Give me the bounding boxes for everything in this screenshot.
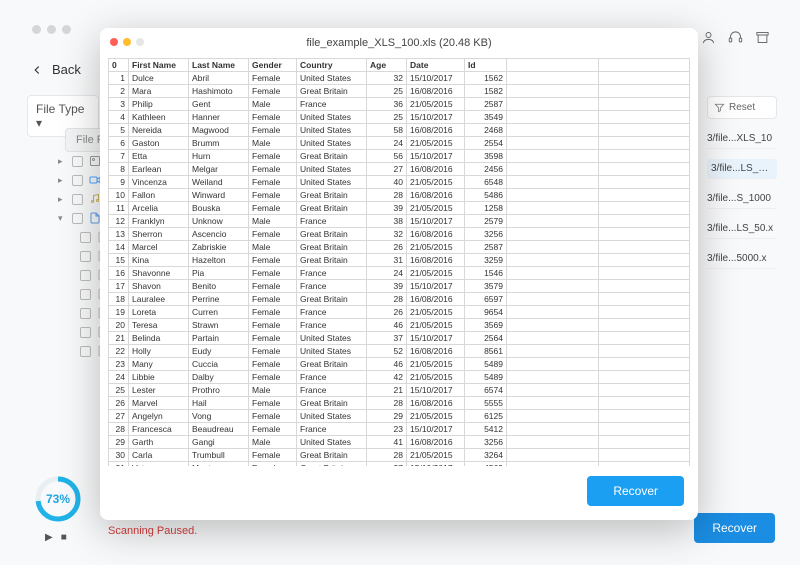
list-item[interactable]: 3/file...XLS_10 [707,129,777,149]
table-row[interactable]: 16ShavonnePiaFemaleFrance2421/05/2015154… [109,267,690,280]
scan-progress: 73% [34,475,82,523]
list-item[interactable]: 3/file...S_1000 [707,189,777,209]
table-row[interactable]: 28FrancescaBeaudreauFemaleFrance2315/10/… [109,423,690,436]
table-row[interactable]: 9VincenzaWeilandFemaleUnited States4021/… [109,176,690,189]
recover-button-main[interactable]: Recover [694,513,775,543]
col-header: Id [465,59,507,72]
filter-icon [714,102,725,113]
file-list-right: Reset 3/file...XLS_10 3/file...LS_100. 3… [707,96,777,269]
table-row[interactable]: 25LesterProthroMaleFrance2115/10/2017657… [109,384,690,397]
table-row[interactable]: 23ManyCucciaFemaleGreat Britain4621/05/2… [109,358,690,371]
list-item[interactable]: 3/file...LS_50.x [707,219,777,239]
col-header: Gender [249,59,297,72]
table-row[interactable]: 4KathleenHannerFemaleUnited States2515/1… [109,111,690,124]
back-label: Back [52,62,81,77]
archive-icon[interactable] [755,30,770,45]
table-row[interactable]: 29GarthGangiMaleUnited States4116/08/201… [109,436,690,449]
col-header: Last Name [189,59,249,72]
modal-footer: Recover [100,466,698,520]
table-row[interactable]: 13SherronAscencioFemaleGreat Britain3216… [109,228,690,241]
user-icon[interactable] [701,30,716,45]
stop-icon[interactable]: ■ [61,532,67,543]
table-row[interactable]: 30CarlaTrumbullFemaleGreat Britain2821/0… [109,449,690,462]
play-icon[interactable]: ▶ [45,532,53,543]
list-item[interactable]: 3/file...5000.x [707,249,777,269]
modal-titlebar: file_example_XLS_100.xls (20.48 KB) [100,28,698,58]
table-row[interactable]: 7EttaHurnFemaleGreat Britain5615/10/2017… [109,150,690,163]
modal-traffic-lights[interactable] [110,38,144,46]
table-row[interactable]: 1DulceAbrilFemaleUnited States3215/10/20… [109,72,690,85]
table-row[interactable]: 20TeresaStrawnFemaleFrance4621/05/201535… [109,319,690,332]
modal-title: file_example_XLS_100.xls (20.48 KB) [306,37,491,49]
list-item[interactable]: 3/file...LS_100. [707,159,777,179]
table-row[interactable]: 10FallonWinwardFemaleGreat Britain2816/0… [109,189,690,202]
table-row[interactable]: 12FranklynUnknowMaleFrance3815/10/201725… [109,215,690,228]
table-row[interactable]: 14MarcelZabriskieMaleGreat Britain2621/0… [109,241,690,254]
preview-modal: file_example_XLS_100.xls (20.48 KB) 0Fir… [100,28,698,520]
window-traffic-lights [32,25,71,34]
arrow-left-icon [30,63,44,77]
col-header: Date [407,59,465,72]
table-row[interactable]: 21BelindaPartainFemaleUnited States3715/… [109,332,690,345]
table-row[interactable]: 17ShavonBenitoFemaleFrance3915/10/201735… [109,280,690,293]
table-row[interactable]: 18LauraleePerrineFemaleGreat Britain2816… [109,293,690,306]
progress-percent: 73% [46,492,70,506]
table-row[interactable]: 11ArceliaBouskaFemaleGreat Britain3921/0… [109,202,690,215]
recover-button[interactable]: Recover [587,476,684,506]
table-row[interactable]: 6GastonBrummMaleUnited States2421/05/201… [109,137,690,150]
col-header: Age [367,59,407,72]
scan-status: Scanning Paused. [108,525,197,537]
reset-button[interactable]: Reset [707,96,777,119]
table-row[interactable]: 8EarleanMelgarFemaleUnited States2716/08… [109,163,690,176]
table-row[interactable]: 26MarvelHailFemaleGreat Britain2816/08/2… [109,397,690,410]
back-button[interactable]: Back [30,62,81,77]
table-row[interactable]: 5NereidaMagwoodFemaleUnited States5816/0… [109,124,690,137]
table-row[interactable]: 27AngelynVongFemaleUnited States2921/05/… [109,410,690,423]
table-row[interactable]: 3PhilipGentMaleFrance3621/05/20152587 [109,98,690,111]
table-row[interactable]: 15KinaHazeltonFemaleGreat Britain3116/08… [109,254,690,267]
headset-icon[interactable] [728,30,743,45]
scan-controls: ▶ ■ [45,532,67,543]
table-row[interactable]: 2MaraHashimotoFemaleGreat Britain2516/08… [109,85,690,98]
col-header: Country [297,59,367,72]
spreadsheet-preview[interactable]: 0First NameLast NameGenderCountryAgeDate… [100,58,698,466]
col-header: 0 [109,59,129,72]
col-header: First Name [129,59,189,72]
table-row[interactable]: 19LoretaCurrenFemaleFrance2621/05/201596… [109,306,690,319]
spreadsheet-table: 0First NameLast NameGenderCountryAgeDate… [108,58,690,466]
table-header-row: 0First NameLast NameGenderCountryAgeDate… [109,59,690,72]
table-row[interactable]: 22HollyEudyFemaleUnited States5216/08/20… [109,345,690,358]
top-toolbar [701,30,770,45]
table-row[interactable]: 24LibbieDalbyFemaleFrance4221/05/2015548… [109,371,690,384]
